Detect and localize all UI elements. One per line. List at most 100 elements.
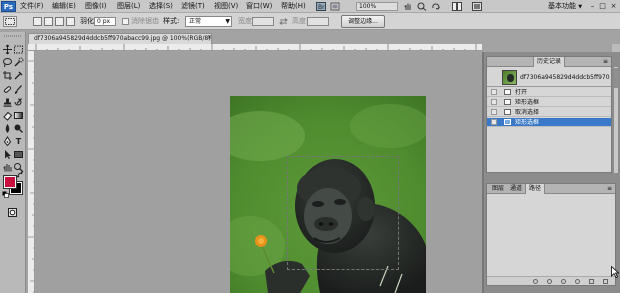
rotate-view-icon[interactable]	[431, 2, 441, 11]
hand-tool-icon[interactable]	[2, 162, 13, 173]
history-state-row[interactable]: 取消选择	[487, 108, 611, 117]
spot-healing-brush-icon[interactable]	[2, 84, 13, 95]
quick-selection-tool-icon[interactable]	[13, 57, 24, 68]
shape-tool-icon[interactable]	[13, 149, 24, 160]
workspace-switcher[interactable]: 基本功能 ▼	[548, 0, 582, 13]
new-selection-mode[interactable]	[33, 17, 42, 26]
width-input[interactable]	[252, 17, 274, 26]
menu-layer[interactable]: 图层(L)	[117, 0, 140, 13]
subtract-selection-mode[interactable]	[55, 17, 64, 26]
history-brush-source-checkbox[interactable]	[491, 99, 497, 105]
fill-path-icon[interactable]	[533, 279, 538, 284]
document-tab-title: df7306a945829d4ddcb5ff970abacc99.jpg @ 1…	[34, 35, 211, 42]
menu-help[interactable]: 帮助(H)	[281, 0, 306, 13]
vertical-ruler-ticks	[28, 60, 34, 293]
new-path-icon[interactable]	[589, 279, 594, 284]
history-scrollbar-thumb[interactable]	[614, 68, 618, 88]
horizontal-ruler[interactable]	[28, 44, 482, 51]
tab-history[interactable]: 历史记录	[533, 57, 566, 67]
chevron-down-icon: ▼	[578, 4, 583, 10]
lasso-tool-icon[interactable]	[2, 57, 13, 68]
height-input[interactable]	[307, 17, 329, 26]
screen-mode-icon[interactable]	[472, 2, 482, 11]
arrange-documents-icon[interactable]	[452, 2, 462, 11]
swap-colors-icon[interactable]	[17, 172, 24, 178]
paths-panel-footer	[487, 276, 615, 285]
vertical-ruler[interactable]	[28, 51, 35, 293]
history-brush-source-checkbox[interactable]	[491, 109, 497, 115]
bridge-icon[interactable]: Br	[316, 2, 326, 11]
history-state-row-selected[interactable]: 矩形选框	[487, 118, 611, 127]
gradient-tool-icon[interactable]	[13, 110, 24, 121]
menu-select[interactable]: 选择(S)	[149, 0, 173, 13]
minimize-button[interactable]: –	[588, 2, 597, 11]
panel-dock-toggle[interactable]	[612, 44, 620, 52]
quick-mask-icon[interactable]	[7, 207, 18, 218]
menu-edit[interactable]: 编辑(E)	[52, 0, 76, 13]
menu-file[interactable]: 文件(F)	[20, 0, 44, 13]
photoshop-logo: Ps	[1, 1, 16, 12]
restore-button[interactable]: □	[598, 2, 607, 11]
menu-filter[interactable]: 滤镜(T)	[181, 0, 205, 13]
marquee-state-icon	[504, 119, 511, 125]
panel-menu-icon[interactable]: ≡	[606, 185, 613, 192]
horizontal-ruler-ticks	[35, 44, 477, 50]
swap-dimensions-icon[interactable]	[279, 18, 288, 25]
history-panel: 历史记录 ≡ df7306a945829d4ddcb5ff970abacc...…	[486, 56, 612, 173]
tab-paths[interactable]: 路径	[525, 184, 546, 194]
intersect-selection-mode[interactable]	[66, 17, 75, 26]
tool-preset-picker[interactable]	[3, 16, 17, 27]
refine-edge-button[interactable]: 调整边缘...	[341, 15, 385, 28]
feather-input[interactable]: 0 px	[94, 17, 116, 26]
tab-layers[interactable]: 图层	[489, 184, 507, 194]
history-state-row[interactable]: 矩形选框	[487, 98, 611, 107]
trash-icon[interactable]	[603, 279, 608, 284]
history-brush-source-checkbox[interactable]	[491, 89, 497, 95]
rectangular-selection-marquee[interactable]	[287, 156, 399, 270]
snapshot-thumbnail	[502, 70, 517, 85]
make-work-path-icon[interactable]	[575, 279, 580, 284]
history-state-row[interactable]: 打开	[487, 88, 611, 97]
blur-tool-icon[interactable]	[2, 123, 13, 134]
marquee-state-icon	[504, 99, 511, 105]
path-selection-tool-icon[interactable]	[2, 149, 13, 160]
crop-tool-icon[interactable]	[2, 70, 13, 81]
dodge-tool-icon[interactable]	[13, 123, 24, 134]
type-tool-icon[interactable]: T	[13, 136, 24, 147]
history-snapshot-row[interactable]: df7306a945829d4ddcb5ff970abacc...	[487, 68, 611, 87]
zoom-tool-icon[interactable]	[417, 2, 427, 11]
history-state-label: 取消选择	[515, 109, 540, 116]
panel-menu-icon[interactable]: ≡	[602, 58, 609, 65]
load-path-as-selection-icon[interactable]	[561, 279, 566, 284]
antialias-checkbox[interactable]	[122, 18, 129, 25]
move-tool-icon[interactable]	[2, 44, 13, 55]
zoom-level-field[interactable]: 100%	[356, 2, 398, 11]
hand-tool-icon[interactable]	[403, 2, 413, 11]
history-state-label: 打开	[515, 89, 528, 96]
clone-stamp-tool-icon[interactable]	[2, 97, 13, 108]
brush-tool-icon[interactable]	[13, 84, 24, 95]
eraser-tool-icon[interactable]	[2, 110, 13, 121]
close-document-button[interactable]: ×	[207, 33, 212, 43]
rectangular-marquee-tool-icon[interactable]	[13, 44, 24, 55]
menu-image[interactable]: 图像(I)	[85, 0, 107, 13]
history-brush-source-checkbox[interactable]	[491, 119, 497, 125]
layers-panel: 图层 通道 路径 ≡	[486, 183, 616, 286]
pen-tool-icon[interactable]	[2, 136, 13, 147]
default-colors-icon[interactable]	[2, 191, 9, 198]
add-selection-mode[interactable]	[44, 17, 53, 26]
foreground-color-swatch[interactable]	[3, 175, 17, 189]
style-select[interactable]: 正常 ▼	[185, 16, 232, 27]
stroke-path-icon[interactable]	[547, 279, 552, 284]
tab-channels[interactable]: 通道	[507, 184, 525, 194]
panel-grip-icon[interactable]	[2, 34, 24, 38]
eyedropper-tool-icon[interactable]	[13, 70, 24, 81]
menu-window[interactable]: 窗口(W)	[246, 0, 272, 13]
options-bar: 羽化: 0 px 消除锯齿 样式: 正常 ▼ 宽度: 高度: 调整边缘...	[0, 13, 620, 30]
layers-panel-tabs: 图层 通道 路径 ≡	[487, 184, 615, 194]
close-window-button[interactable]: ×	[609, 2, 618, 11]
history-brush-tool-icon[interactable]	[13, 97, 24, 108]
document-tab[interactable]: df7306a945829d4ddcb5ff970abacc99.jpg @ 1…	[28, 33, 212, 44]
mini-bridge-icon[interactable]	[330, 2, 340, 11]
menu-view[interactable]: 视图(V)	[214, 0, 238, 13]
